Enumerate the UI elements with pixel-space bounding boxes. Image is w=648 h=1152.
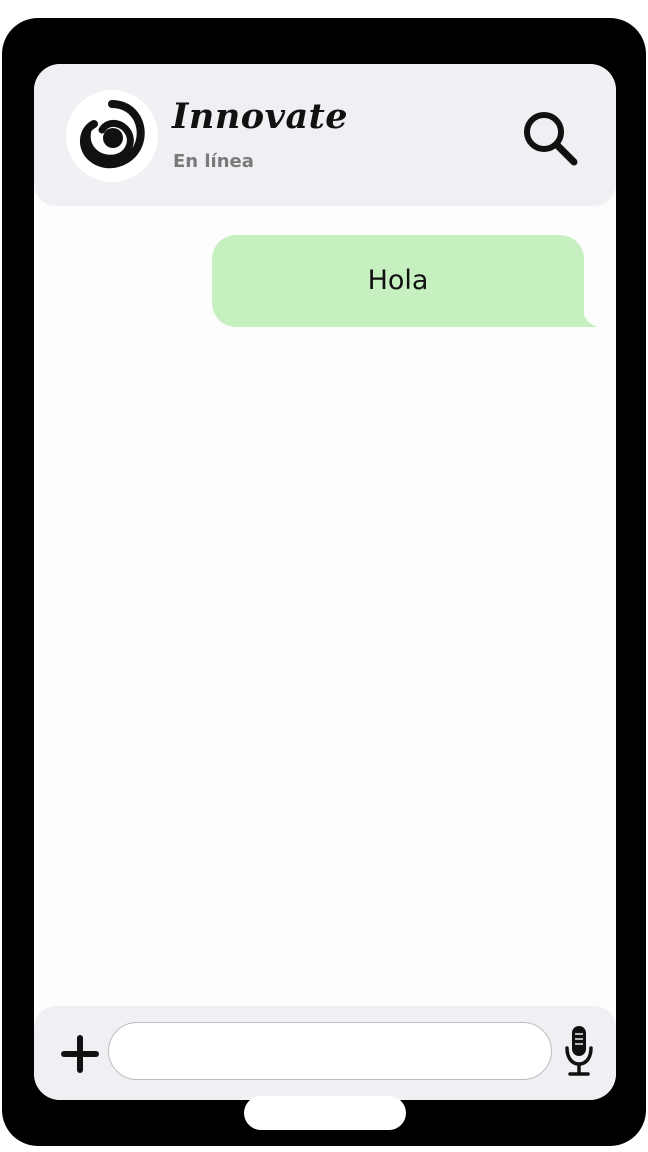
- bubble-tail: [582, 309, 598, 327]
- contact-name: Innovate: [172, 96, 349, 137]
- home-button[interactable]: [244, 1096, 406, 1130]
- microphone-button[interactable]: [562, 1022, 596, 1080]
- chat-header: Innovate En línea: [34, 64, 616, 206]
- microphone-icon: [565, 1026, 593, 1076]
- chat-screen: Innovate En línea Hola: [34, 64, 616, 1100]
- contact-status: En línea: [173, 151, 254, 172]
- plus-icon: [61, 1035, 99, 1073]
- search-icon: [524, 112, 578, 166]
- message-composer: [34, 1006, 616, 1100]
- outgoing-message[interactable]: Hola: [212, 235, 598, 327]
- attach-button[interactable]: [60, 1034, 100, 1074]
- contact-avatar[interactable]: [66, 90, 158, 182]
- spiral-logo-icon: [68, 92, 156, 180]
- phone-frame: Innovate En línea Hola: [2, 18, 646, 1146]
- message-input[interactable]: [108, 1022, 552, 1080]
- message-text: Hola: [367, 265, 429, 296]
- search-button[interactable]: [518, 106, 582, 170]
